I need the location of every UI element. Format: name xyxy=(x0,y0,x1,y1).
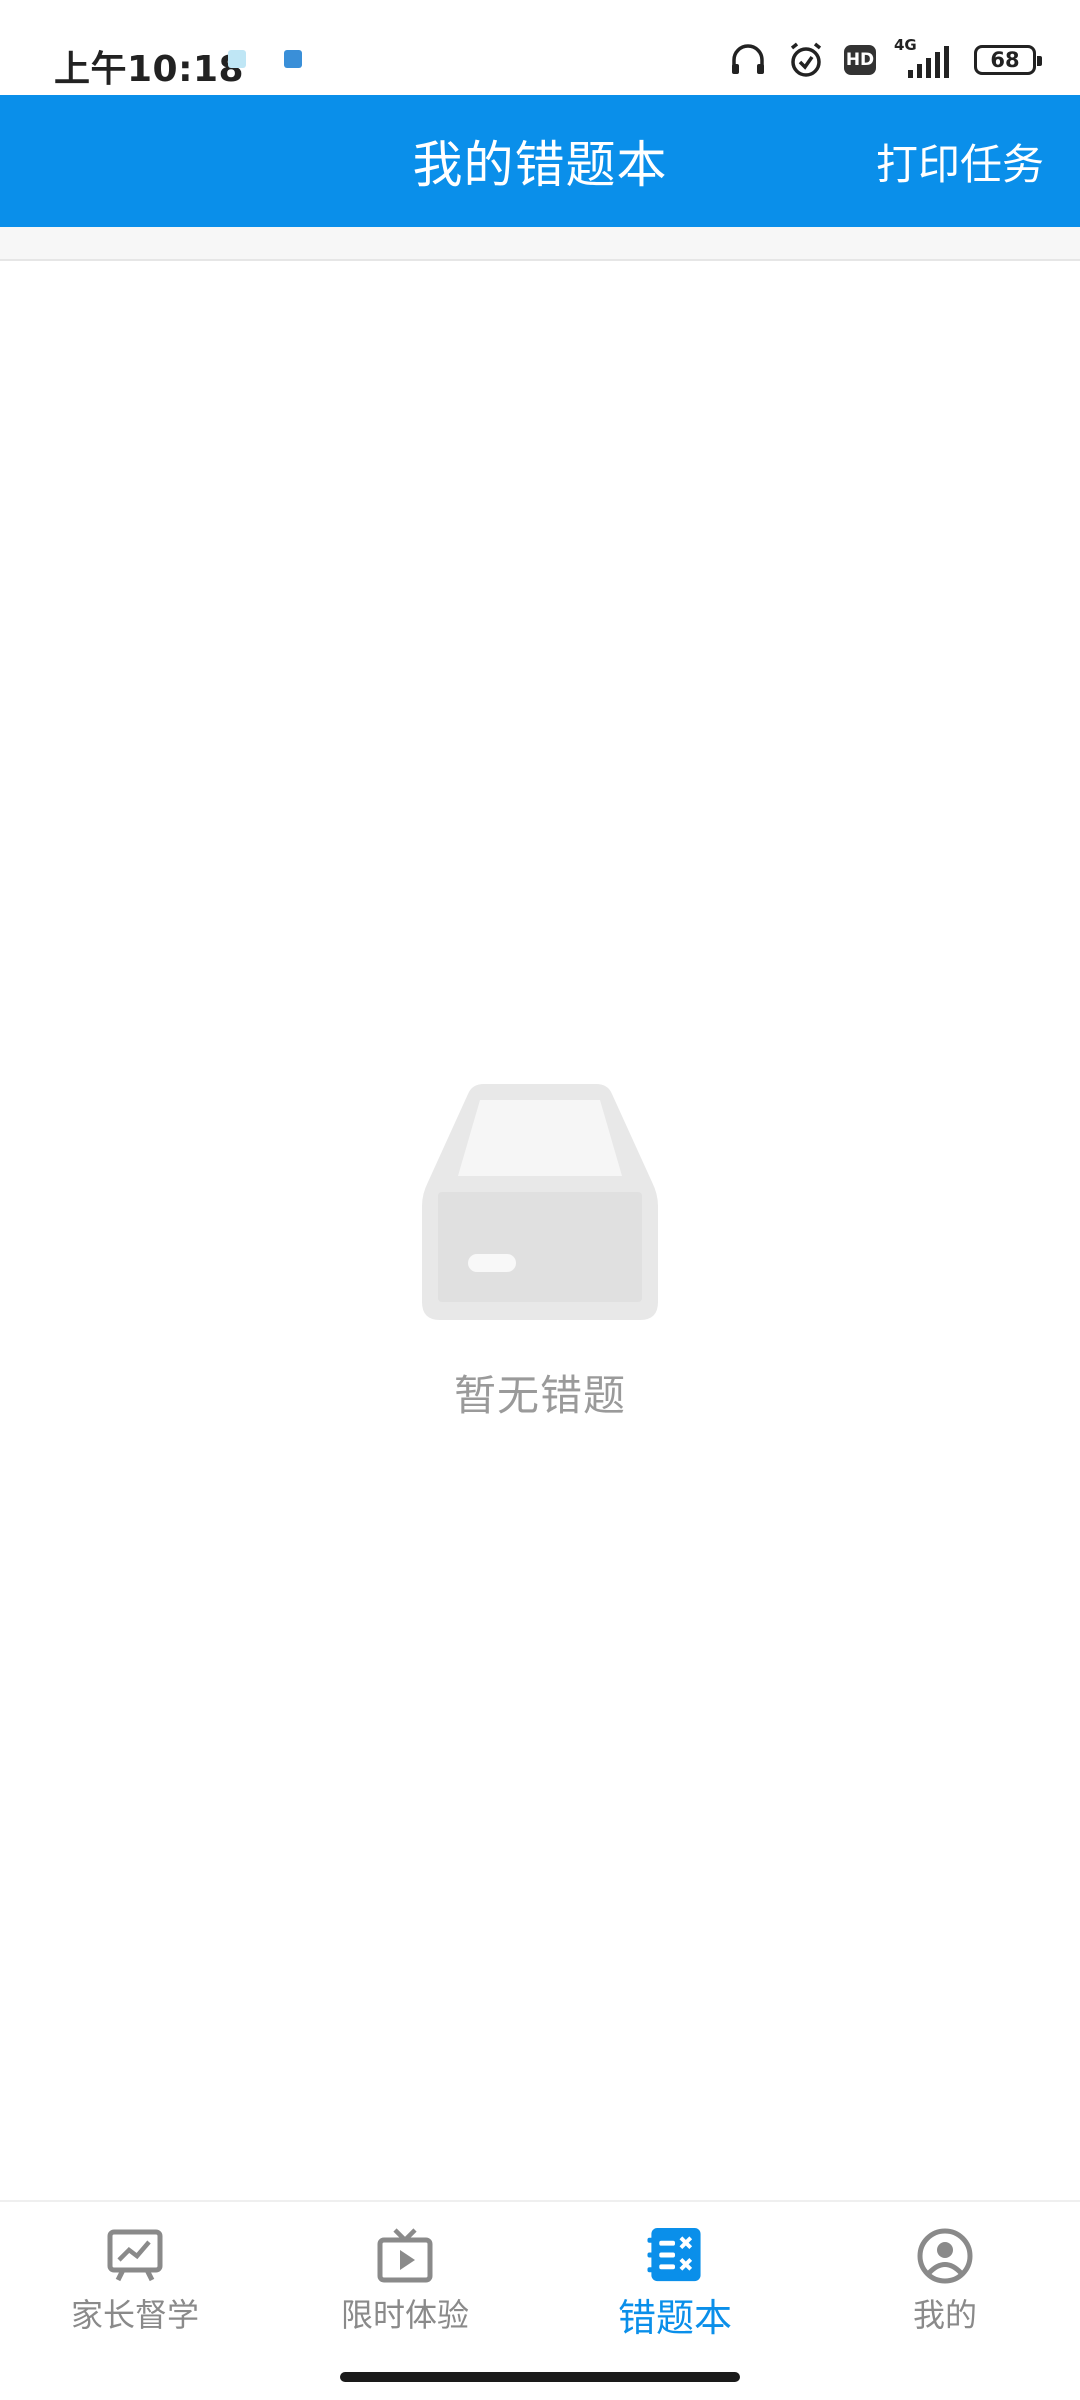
nav-label: 家长督学 xyxy=(70,2296,199,2334)
alarm-icon xyxy=(790,42,822,77)
app-header: 我的错题本 打印任务 xyxy=(0,95,1080,227)
empty-box-icon xyxy=(422,1084,658,1320)
wrong-book-icon xyxy=(647,2227,701,2282)
tv-play-icon xyxy=(377,2228,433,2283)
network-type: 4G xyxy=(894,36,917,54)
headset-icon xyxy=(732,44,764,74)
nav-item-parent-supervision[interactable]: 家长督学 xyxy=(0,2202,270,2342)
battery-indicator: 68 xyxy=(974,45,1042,75)
bottom-nav: 家长督学 限时体验 错题本 我的 xyxy=(0,2200,1080,2400)
nav-item-wrong-book[interactable]: 错题本 xyxy=(540,2202,810,2342)
status-time: 上午10:18 xyxy=(54,49,245,90)
app-notification-icon xyxy=(284,50,302,68)
nav-label: 限时体验 xyxy=(340,2296,469,2334)
battery-level: 68 xyxy=(990,48,1020,72)
home-indicator[interactable] xyxy=(340,2372,740,2382)
nav-item-limited-trial[interactable]: 限时体验 xyxy=(270,2202,540,2342)
nav-label: 错题本 xyxy=(617,2296,732,2340)
hd-badge: HD xyxy=(844,45,876,75)
status-indicators: HD 4G 68 xyxy=(728,36,1042,80)
cellular-signal-icon: 4G xyxy=(894,36,956,80)
status-bar: 上午10:18 HD 4G 68 xyxy=(0,0,1080,95)
nav-item-mine[interactable]: 我的 xyxy=(810,2202,1080,2342)
notification-icons xyxy=(228,50,302,68)
app-notification-icon xyxy=(228,50,246,68)
print-tasks-button[interactable]: 打印任务 xyxy=(876,95,1044,227)
chart-board-icon xyxy=(107,2229,163,2282)
nav-label: 我的 xyxy=(912,2296,977,2334)
empty-state: 暂无错题 xyxy=(0,1080,1080,1423)
header-divider xyxy=(0,227,1080,261)
user-circle-icon xyxy=(917,2228,973,2284)
empty-message: 暂无错题 xyxy=(453,1371,626,1420)
